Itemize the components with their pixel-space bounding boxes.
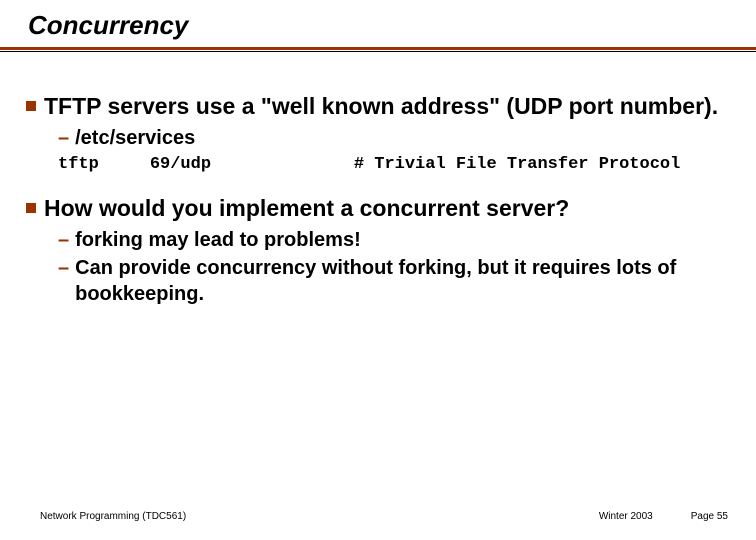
section-2: How would you implement a concurrent ser… (26, 194, 730, 307)
dash-icon: – (58, 125, 69, 151)
footer-right-group: Winter 2003 Page 55 (599, 511, 728, 522)
sub-item-1: – /etc/services (58, 125, 730, 151)
sub-text-2b: Can provide concurrency without forking,… (75, 255, 730, 307)
footer-page: Page 55 (691, 511, 728, 522)
code-line: tftp 69/udp # Trivial File Transfer Prot… (58, 155, 730, 174)
slide-title: Concurrency (28, 10, 756, 41)
content-area: TFTP servers use a "well known address" … (0, 52, 756, 307)
dash-icon: – (58, 227, 69, 253)
footer: Network Programming (TDC561) Winter 2003… (0, 511, 756, 522)
sub-text-2a: forking may lead to problems! (75, 227, 361, 253)
divider-thick (0, 47, 756, 50)
bullet-text-2: How would you implement a concurrent ser… (44, 194, 569, 223)
title-area: Concurrency (0, 0, 756, 41)
bullet-text-1: TFTP servers use a "well known address" … (44, 92, 718, 121)
bullet-icon (26, 203, 36, 213)
sub-text-1: /etc/services (75, 125, 195, 151)
bullet-item-1: TFTP servers use a "well known address" … (26, 92, 730, 121)
bullet-item-2: How would you implement a concurrent ser… (26, 194, 730, 223)
footer-term: Winter 2003 (599, 511, 653, 522)
sub-item-2b: – Can provide concurrency without forkin… (58, 255, 730, 307)
dash-icon: – (58, 255, 69, 307)
footer-left: Network Programming (TDC561) (40, 511, 186, 522)
sub-item-2a: – forking may lead to problems! (58, 227, 730, 253)
bullet-icon (26, 101, 36, 111)
